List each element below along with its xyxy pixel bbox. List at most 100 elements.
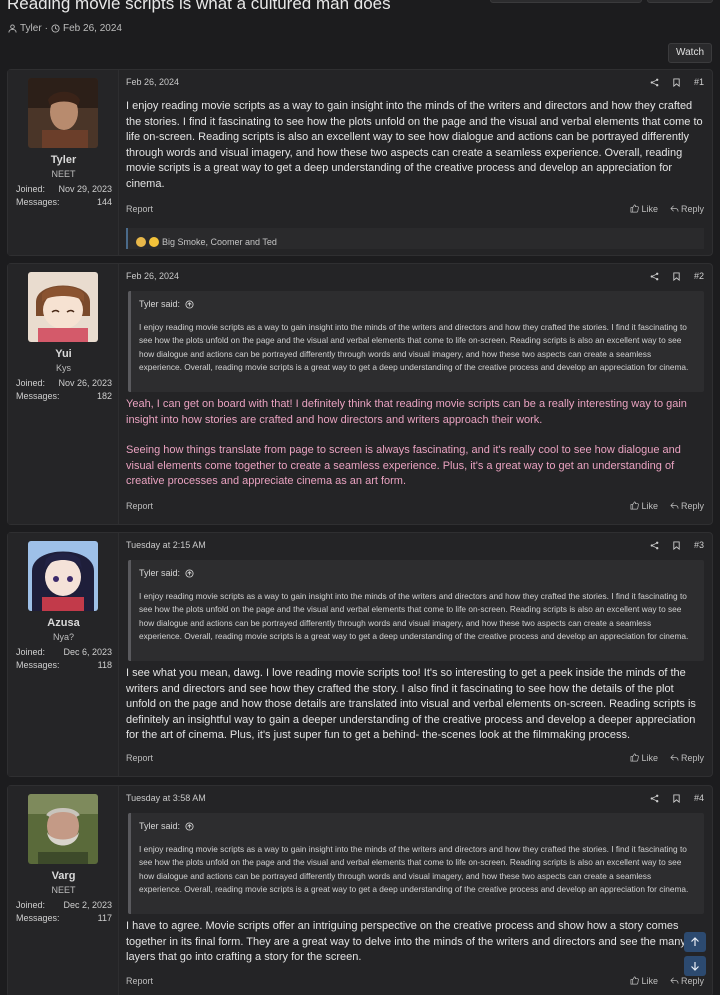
user-panel: Varg NEET Joined: Dec 2, 2023 Messages: 11… bbox=[8, 786, 119, 995]
share-icon[interactable] bbox=[650, 794, 659, 803]
report-button[interactable]: Report bbox=[126, 753, 153, 763]
like-button[interactable]: Like bbox=[630, 976, 658, 986]
like-label: Like bbox=[641, 753, 658, 763]
quote-block: Tyler said: I enjoy reading movie script… bbox=[128, 560, 704, 661]
reply-label: Reply bbox=[680, 753, 704, 763]
joined-value: Dec 6, 2023 bbox=[63, 647, 112, 657]
quote-author[interactable]: Tyler said: bbox=[139, 821, 180, 831]
arrow-up-icon bbox=[691, 937, 699, 946]
thread-meta: Tyler · Feb 26, 2024 bbox=[8, 23, 122, 34]
like-icon bbox=[631, 501, 640, 510]
messages-label: Messages: bbox=[16, 660, 60, 670]
user-title: NEET bbox=[51, 885, 76, 895]
report-button[interactable]: Report bbox=[126, 204, 153, 214]
username[interactable]: Varg bbox=[8, 870, 119, 882]
joined-row: Joined: Dec 2, 2023 bbox=[16, 900, 112, 910]
quote-author[interactable]: Tyler said: bbox=[139, 299, 180, 309]
reply-button[interactable]: Reply bbox=[670, 204, 704, 214]
header-button[interactable] bbox=[647, 0, 713, 3]
messages-label: Messages: bbox=[16, 391, 60, 401]
post-content: Tuesday at 3:58 AM #4 Tyler said: I enjo… bbox=[126, 786, 704, 995]
post-content: Tuesday at 2:15 AM #3 Tyler said: I enjo… bbox=[126, 533, 704, 776]
post-date[interactable]: Tuesday at 3:58 AM bbox=[126, 793, 206, 803]
share-icon[interactable] bbox=[650, 78, 659, 87]
joined-value: Nov 26, 2023 bbox=[58, 378, 112, 388]
quote-text: I enjoy reading movie scripts as a way t… bbox=[139, 322, 689, 372]
joined-row: Joined: Nov 29, 2023 bbox=[16, 184, 112, 194]
avatar[interactable] bbox=[28, 272, 98, 342]
post-number[interactable]: #4 bbox=[694, 793, 704, 803]
joined-value: Nov 29, 2023 bbox=[58, 184, 112, 194]
quote-block: Tyler said: I enjoy reading movie script… bbox=[128, 291, 704, 392]
thread-header: Reading movie scripts is what a cultured… bbox=[0, 0, 720, 70]
like-icon bbox=[631, 976, 640, 985]
post-date[interactable]: Feb 26, 2024 bbox=[126, 271, 179, 281]
avatar[interactable] bbox=[28, 541, 98, 611]
messages-label: Messages: bbox=[16, 913, 60, 923]
post-number[interactable]: #1 bbox=[694, 77, 704, 87]
user-title: Kys bbox=[55, 363, 71, 373]
post-footer: Report Like Reply bbox=[126, 753, 704, 767]
avatar[interactable] bbox=[28, 794, 98, 864]
user-panel: Yui Kys Joined: Nov 26, 2023 Messages: 182 bbox=[8, 264, 119, 524]
post-date[interactable]: Tuesday at 2:15 AM bbox=[126, 540, 206, 550]
joined-label: Joined: bbox=[16, 900, 46, 910]
quote-text: I enjoy reading movie scripts as a way t… bbox=[139, 844, 689, 894]
post-footer: Report Like Reply bbox=[126, 204, 704, 218]
messages-value: 117 bbox=[97, 913, 112, 923]
post: Yui Kys Joined: Nov 26, 2023 Messages: 182… bbox=[7, 263, 713, 525]
quote-link-icon[interactable] bbox=[185, 299, 194, 309]
share-icon[interactable] bbox=[650, 541, 659, 550]
username[interactable]: Tyler bbox=[8, 154, 119, 166]
username[interactable]: Azusa bbox=[8, 617, 119, 629]
username[interactable]: Yui bbox=[8, 348, 119, 360]
post-content: Feb 26, 2024 #1 I enjoy reading movie sc… bbox=[126, 70, 704, 255]
like-button[interactable]: Like bbox=[630, 501, 658, 511]
messages-value: 182 bbox=[96, 391, 112, 401]
bookmark-icon[interactable] bbox=[672, 793, 681, 803]
quote-link-icon[interactable] bbox=[185, 568, 194, 578]
report-button[interactable]: Report bbox=[126, 501, 153, 511]
thread-title: Reading movie scripts is what a cultured… bbox=[7, 0, 391, 13]
quote-author[interactable]: Tyler said: bbox=[139, 568, 180, 578]
bookmark-icon[interactable] bbox=[672, 271, 681, 281]
joined-value: Dec 2, 2023 bbox=[63, 900, 112, 910]
header-button[interactable] bbox=[490, 0, 642, 3]
reaction-emoji bbox=[136, 236, 146, 247]
reply-button[interactable]: Reply bbox=[670, 753, 704, 763]
post-body: I have to agree. Movie scripts offer an … bbox=[126, 919, 686, 981]
post: Azusa Nya? Joined: Dec 6, 2023 Messages: 1… bbox=[7, 532, 713, 777]
messages-value: 118 bbox=[97, 660, 112, 670]
report-button[interactable]: Report bbox=[126, 976, 153, 986]
reply-button[interactable]: Reply bbox=[670, 501, 704, 511]
thread-author[interactable]: Tyler bbox=[20, 23, 42, 34]
reply-button[interactable]: Reply bbox=[670, 976, 704, 986]
reactions-bar[interactable]: Big Smoke, Coomer and Ted bbox=[126, 228, 704, 249]
reactions-users[interactable]: Big Smoke, Coomer and Ted bbox=[162, 237, 277, 247]
reply-icon bbox=[670, 502, 679, 509]
like-button[interactable]: Like bbox=[630, 204, 658, 214]
messages-label: Messages: bbox=[16, 197, 60, 207]
post: Varg NEET Joined: Dec 2, 2023 Messages: 11… bbox=[7, 785, 713, 995]
post-number[interactable]: #3 bbox=[694, 540, 704, 550]
scroll-top-button[interactable] bbox=[684, 932, 706, 952]
user-panel: Tyler NEET Joined: Nov 29, 2023 Messages:… bbox=[8, 70, 119, 255]
post-number[interactable]: #2 bbox=[694, 271, 704, 281]
watch-button[interactable]: Watch bbox=[668, 43, 712, 63]
bookmark-icon[interactable] bbox=[672, 540, 681, 550]
share-icon[interactable] bbox=[650, 272, 659, 281]
quote-link-icon[interactable] bbox=[185, 821, 194, 831]
like-label: Like bbox=[641, 976, 658, 986]
bookmark-icon[interactable] bbox=[672, 77, 681, 87]
post-date[interactable]: Feb 26, 2024 bbox=[126, 77, 179, 87]
joined-row: Joined: Nov 26, 2023 bbox=[16, 378, 112, 388]
like-button[interactable]: Like bbox=[630, 753, 658, 763]
scroll-bottom-button[interactable] bbox=[684, 956, 706, 976]
post-paragraph: Seeing how things translate from page to… bbox=[126, 444, 681, 487]
joined-label: Joined: bbox=[16, 184, 46, 194]
thread-date[interactable]: Feb 26, 2024 bbox=[63, 23, 122, 34]
post-paragraph: Yeah, I can get on board with that! I de… bbox=[126, 398, 687, 426]
messages-row: Messages: 182 bbox=[16, 391, 112, 401]
post-header: Feb 26, 2024 #2 bbox=[126, 271, 704, 285]
avatar[interactable] bbox=[28, 78, 98, 148]
